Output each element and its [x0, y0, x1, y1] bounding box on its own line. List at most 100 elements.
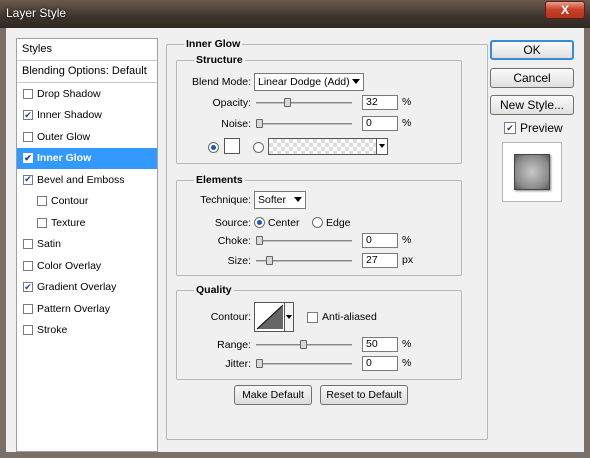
noise-label: Noise:	[221, 118, 251, 130]
style-item-label: Texture	[51, 216, 86, 229]
preview-swatch	[514, 154, 550, 190]
source-edge-label[interactable]: Edge	[326, 217, 351, 229]
inner-glow-checkbox[interactable]: ✔	[23, 153, 33, 164]
style-item-contour[interactable]: Contour	[17, 191, 157, 213]
opacity-input[interactable]: 32	[362, 95, 398, 110]
style-item-label: Color Overlay	[37, 259, 102, 272]
style-item-label: Inner Shadow	[37, 109, 102, 122]
choke-slider[interactable]	[256, 236, 352, 245]
opacity-slider[interactable]	[256, 98, 352, 107]
close-button[interactable]: X	[545, 1, 585, 19]
jitter-input[interactable]: 0	[362, 356, 398, 371]
window-title: Layer Style	[6, 6, 67, 20]
contour-label: Contour:	[210, 311, 251, 323]
technique-value: Softer	[258, 194, 287, 206]
cancel-button[interactable]: Cancel	[490, 68, 574, 88]
contour-picker[interactable]	[254, 302, 294, 332]
panel-title: Inner Glow	[184, 38, 243, 50]
noise-slider-knob[interactable]	[256, 119, 263, 128]
preview-checkbox[interactable]: ✔	[504, 122, 516, 134]
style-item-satin[interactable]: Satin	[17, 234, 157, 256]
range-label: Range:	[217, 339, 251, 351]
size-label: Size:	[227, 255, 251, 267]
style-item-outer-glow[interactable]: Outer Glow	[17, 126, 157, 148]
style-item-label: Drop Shadow	[37, 87, 101, 100]
gradient-dropdown-button[interactable]	[376, 139, 387, 154]
style-item-drop-shadow[interactable]: Drop Shadow	[17, 83, 157, 105]
size-input[interactable]: 27	[362, 253, 398, 268]
style-item-pattern-overlay[interactable]: Pattern Overlay	[17, 298, 157, 320]
inner-shadow-checkbox[interactable]: ✔	[23, 110, 33, 121]
drop-shadow-checkbox[interactable]	[23, 88, 33, 99]
style-item-color-overlay[interactable]: Color Overlay	[17, 255, 157, 277]
color-swatch[interactable]	[224, 138, 240, 154]
technique-select[interactable]: Softer	[254, 191, 306, 209]
style-item-label: Bevel and Emboss	[37, 173, 125, 186]
style-item-bevel-emboss[interactable]: ✔ Bevel and Emboss	[17, 169, 157, 191]
noise-input[interactable]: 0	[362, 116, 398, 131]
styles-list: Styles Blending Options: Default Drop Sh…	[16, 38, 158, 452]
quality-title: Quality	[194, 284, 234, 296]
anti-aliased-checkbox[interactable]	[307, 312, 318, 323]
preview-label[interactable]: Preview	[520, 121, 563, 135]
ok-button[interactable]: OK	[490, 40, 574, 60]
opacity-slider-knob[interactable]	[284, 98, 292, 107]
range-input[interactable]: 50	[362, 337, 398, 352]
reset-to-default-button[interactable]: Reset to Default	[320, 385, 408, 405]
anti-aliased-label[interactable]: Anti-aliased	[322, 311, 377, 323]
choke-slider-knob[interactable]	[256, 236, 263, 245]
bevel-emboss-checkbox[interactable]: ✔	[23, 174, 33, 185]
style-item-label: Contour	[51, 195, 89, 208]
stroke-checkbox[interactable]	[23, 325, 33, 336]
range-unit: %	[402, 338, 412, 350]
opacity-label: Opacity:	[212, 97, 251, 109]
source-center-label[interactable]: Center	[268, 217, 300, 229]
pattern-overlay-checkbox[interactable]	[23, 303, 33, 314]
size-slider-knob[interactable]	[265, 256, 273, 265]
solid-color-radio[interactable]	[208, 142, 219, 153]
opacity-unit: %	[402, 96, 412, 108]
style-item-stroke[interactable]: Stroke	[17, 320, 157, 342]
technique-label: Technique:	[200, 194, 251, 206]
blending-options-item[interactable]: Blending Options: Default	[17, 61, 157, 83]
new-style-button[interactable]: New Style...	[490, 95, 574, 115]
styles-header[interactable]: Styles	[17, 39, 157, 61]
blend-mode-select[interactable]: Linear Dodge (Add)	[254, 73, 364, 91]
gradient-picker[interactable]	[268, 138, 388, 155]
style-item-texture[interactable]: Texture	[17, 212, 157, 234]
gradient-radio[interactable]	[253, 142, 264, 153]
style-item-label: Satin	[37, 238, 61, 251]
style-item-gradient-overlay[interactable]: ✔ Gradient Overlay	[17, 277, 157, 299]
jitter-slider[interactable]	[256, 359, 352, 368]
choke-unit: %	[402, 234, 412, 246]
contour-curve-icon	[256, 304, 284, 330]
texture-checkbox[interactable]	[37, 217, 47, 228]
noise-slider[interactable]	[256, 119, 352, 128]
style-item-inner-glow[interactable]: ✔ Inner Glow	[17, 147, 157, 169]
source-center-radio[interactable]	[254, 217, 265, 228]
size-slider[interactable]	[256, 256, 352, 265]
chevron-down-icon	[286, 315, 292, 319]
contour-checkbox[interactable]	[37, 196, 47, 207]
noise-unit: %	[402, 117, 412, 129]
range-slider-knob[interactable]	[300, 340, 307, 349]
gradient-overlay-checkbox[interactable]: ✔	[23, 282, 33, 293]
title-bar: Layer Style X	[0, 0, 590, 28]
blend-mode-label: Blend Mode:	[192, 76, 251, 88]
color-overlay-checkbox[interactable]	[23, 260, 33, 271]
jitter-slider-knob[interactable]	[256, 359, 263, 368]
chevron-down-icon	[294, 197, 302, 202]
choke-input[interactable]: 0	[362, 233, 398, 248]
make-default-button[interactable]: Make Default	[234, 385, 312, 405]
source-edge-radio[interactable]	[312, 217, 323, 228]
style-item-label: Pattern Overlay	[37, 302, 110, 315]
contour-dropdown-button[interactable]	[284, 303, 293, 331]
style-item-inner-shadow[interactable]: ✔ Inner Shadow	[17, 105, 157, 127]
source-label: Source:	[214, 217, 251, 229]
style-item-label: Outer Glow	[37, 130, 91, 143]
outer-glow-checkbox[interactable]	[23, 131, 33, 142]
satin-checkbox[interactable]	[23, 239, 33, 250]
range-slider[interactable]	[256, 340, 352, 349]
chevron-down-icon	[379, 144, 385, 148]
jitter-unit: %	[402, 357, 412, 369]
